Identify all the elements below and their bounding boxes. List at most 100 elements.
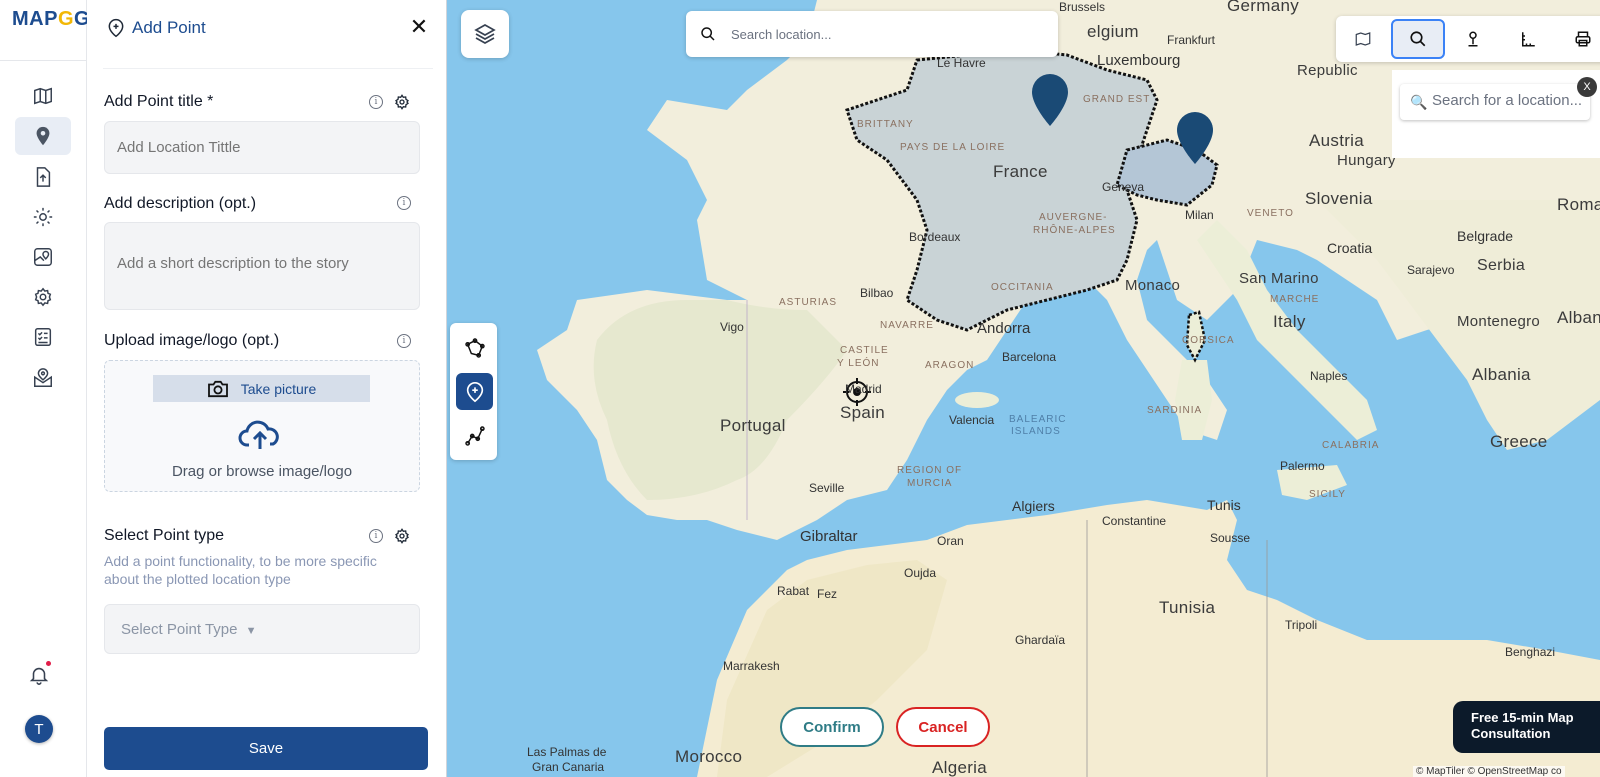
upload-file-icon[interactable] xyxy=(15,158,71,196)
map-label: Madrid xyxy=(845,382,882,396)
caret-down-icon: ▼ xyxy=(245,625,257,637)
measure-button[interactable] xyxy=(1501,19,1555,59)
map-label: Sousse xyxy=(1210,531,1251,545)
map-label: Palermo xyxy=(1280,459,1325,473)
gear-icon[interactable] xyxy=(394,94,410,110)
info-icon[interactable]: i xyxy=(369,95,383,109)
map-label: Italy xyxy=(1273,312,1306,331)
ruler-icon xyxy=(1522,32,1535,47)
add-point-panel: Add Point ✕ Add Point title * i Add desc… xyxy=(87,0,447,777)
add-location-icon xyxy=(466,381,483,402)
location-search-input[interactable] xyxy=(1432,92,1587,109)
consultation-button[interactable]: Free 15-min Map Consultation xyxy=(1453,701,1600,753)
map-label: Hungary xyxy=(1337,152,1396,169)
map-label: Slovenia xyxy=(1305,189,1373,208)
pin-icon xyxy=(1468,31,1478,47)
map-label: Algeria xyxy=(932,758,988,777)
map-label: Milan xyxy=(1185,208,1214,222)
map-label: ARAGON xyxy=(925,360,975,371)
map-label: Fez xyxy=(817,587,838,601)
search-icon: 🔍 xyxy=(1410,94,1428,110)
map-label: Sarajevo xyxy=(1407,263,1455,277)
map-label: Serbia xyxy=(1477,257,1526,274)
map-label: AUVERGNE- xyxy=(1039,212,1108,223)
map-icon[interactable] xyxy=(15,77,71,115)
description-textarea[interactable] xyxy=(104,222,420,310)
confirm-button[interactable]: Confirm xyxy=(780,707,884,747)
map-label: Belgrade xyxy=(1457,228,1514,244)
close-icon[interactable]: ✕ xyxy=(407,14,431,40)
map-pin-icon[interactable] xyxy=(15,238,71,276)
upload-label: Upload image/logo (opt.) xyxy=(104,332,280,349)
map-label: Monaco xyxy=(1125,277,1181,294)
layers-button[interactable] xyxy=(461,10,509,58)
map-label: Le Havre xyxy=(937,56,986,70)
map-label: MURCIA xyxy=(907,478,953,489)
printer-icon xyxy=(1575,31,1591,47)
map-label: Marrakesh xyxy=(723,659,780,673)
location-button[interactable] xyxy=(1446,19,1500,59)
close-icon[interactable]: X xyxy=(1577,77,1597,97)
upload-dropzone[interactable]: Take picture Drag or browse image/logo xyxy=(104,360,420,492)
point-type-select[interactable]: Select Point Type ▼ xyxy=(104,604,420,654)
map-label: Gibraltar xyxy=(800,528,858,545)
map-label: REGION OF xyxy=(897,465,963,476)
search-tool-button[interactable] xyxy=(1391,19,1445,59)
take-picture-button[interactable]: Take picture xyxy=(153,375,370,402)
map-label: Valencia xyxy=(949,413,995,427)
cancel-button[interactable]: Cancel xyxy=(896,707,990,747)
gear-icon[interactable] xyxy=(394,528,410,544)
add-point-tool[interactable] xyxy=(456,373,493,410)
map-view-button[interactable] xyxy=(1336,19,1390,59)
save-button[interactable]: Save xyxy=(104,727,428,770)
map-label: Portugal xyxy=(720,416,786,435)
map-label: VENETO xyxy=(1247,208,1294,219)
map-label: MARCHE xyxy=(1270,294,1320,305)
line-tool[interactable] xyxy=(456,417,493,454)
map-label: CALABRIA xyxy=(1322,440,1380,451)
map-label: Benghazi xyxy=(1505,645,1556,659)
map-label: Tunisia xyxy=(1159,598,1216,617)
draw-toolbar xyxy=(450,323,497,460)
map-label: Oran xyxy=(937,534,964,548)
app-logo[interactable]: MAPGG xyxy=(12,8,90,31)
map-attribution[interactable]: © MapTiler © OpenStreetMap co xyxy=(1413,766,1565,777)
map-label: ISLANDS xyxy=(1011,426,1061,437)
map-label: Vigo xyxy=(720,320,744,334)
info-icon[interactable]: i xyxy=(369,529,383,543)
point-type-help-text: Add a point functionality, to be more sp… xyxy=(104,553,377,587)
map-label: Naples xyxy=(1310,369,1348,383)
point-title-label: Add Point title * xyxy=(104,93,214,110)
map-label: BRITTANY xyxy=(857,119,914,130)
map-label: Roman xyxy=(1557,195,1600,214)
gear-icon[interactable] xyxy=(15,278,71,316)
map-search-input[interactable] xyxy=(731,24,1031,44)
info-icon[interactable]: i xyxy=(397,196,411,210)
map-label: SICILY xyxy=(1309,489,1346,500)
settings-icon[interactable] xyxy=(15,198,71,236)
polygon-icon xyxy=(464,337,485,358)
location-mail-icon[interactable] xyxy=(15,359,71,397)
polygon-tool[interactable] xyxy=(456,329,493,366)
print-button[interactable] xyxy=(1556,19,1600,59)
map-label: Montenegro xyxy=(1457,313,1541,330)
map-label: Albania xyxy=(1557,308,1600,327)
point-title-input[interactable] xyxy=(104,121,420,174)
map-canvas[interactable]: Brussels elgium Germany Frankfurt Luxemb… xyxy=(447,0,1600,777)
search-icon xyxy=(1410,31,1426,47)
notification-bell-icon[interactable] xyxy=(28,664,50,686)
map-label: San Marino xyxy=(1239,270,1319,287)
map-label: RHÔNE-ALPES xyxy=(1033,225,1116,236)
map-label: Albania xyxy=(1472,365,1531,384)
user-avatar[interactable]: T xyxy=(25,715,53,743)
map-label: Andorra xyxy=(977,320,1031,337)
map-label: Y LEÓN xyxy=(837,358,880,369)
map-label: Austria xyxy=(1309,131,1365,150)
point-type-value: Select Point Type xyxy=(121,621,238,638)
map-label: Rabat xyxy=(777,584,810,598)
map-label: elgium xyxy=(1087,22,1139,41)
add-point-icon[interactable] xyxy=(15,117,71,155)
divider xyxy=(103,68,433,69)
info-icon[interactable]: i xyxy=(397,334,411,348)
checklist-icon[interactable] xyxy=(15,318,71,356)
